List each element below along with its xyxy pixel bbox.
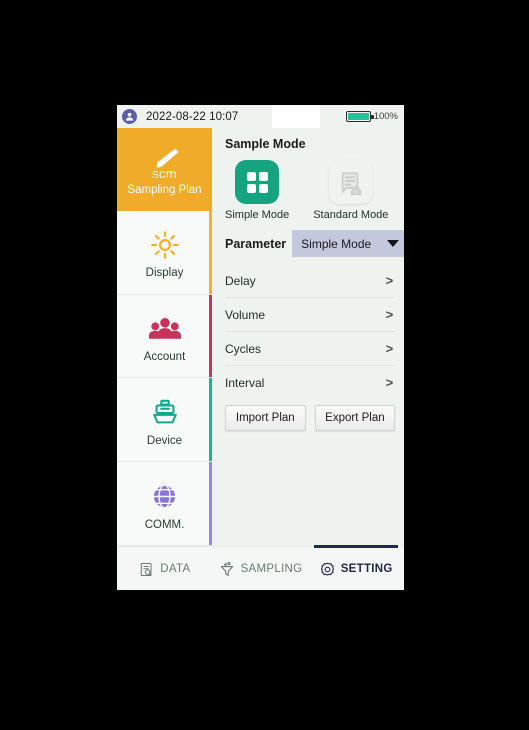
grid-four-squares-icon[interactable] [235,160,280,204]
chevron-right-icon: > [385,341,394,356]
battery-percent: 100% [373,111,398,122]
mode-option-standard[interactable]: Standard Mode [313,160,388,221]
status-bar: 2022-08-22 10:07 100% [117,105,404,135]
sidebar-item-label: Display [145,267,184,280]
parameter-select[interactable]: Simple Mode [292,230,404,257]
status-battery-area: 100% [345,111,398,122]
sidebar-item-comm[interactable]: COMM. [117,462,212,546]
gear-icon [320,562,335,577]
plan-actions: Import Plan Export Plan [225,405,404,431]
mode-option-simple[interactable]: Simple Mode [225,160,289,221]
mode-label: Simple Mode [225,209,290,221]
document-home-icon[interactable] [328,160,373,204]
sidebar-item-device[interactable]: Device [117,378,212,463]
funnel-sampling-icon [219,561,235,577]
sidebar-item-label: Account [143,350,186,363]
list-item-interval[interactable]: Interval > [225,366,395,399]
pen-scm-icon: scm [148,142,182,182]
globe-network-icon [150,477,179,517]
sidebar-item-label: Device [146,434,183,447]
parameter-value: Simple Mode [301,236,372,251]
people-group-icon [148,309,181,349]
nav-tab-data[interactable]: DATA [117,547,213,590]
sidebar-item-display[interactable]: Display [117,210,212,295]
nav-tab-label: SETTING [340,563,393,575]
export-plan-button[interactable]: Export Plan [314,405,396,431]
sidebar: scm Sampling Plan Display Account Device… [117,128,212,546]
nav-tab-label: DATA [160,563,191,575]
main-content: Sample Mode Simple Mode Standard Mode Pa… [212,128,404,546]
nav-tab-setting[interactable]: SETTING [308,545,404,590]
import-plan-button[interactable]: Import Plan [225,405,306,431]
nav-tab-label: SAMPLING [240,563,303,575]
list-item-label: Volume [225,307,266,322]
parameter-row: Parameter Simple Mode [225,230,404,257]
chevron-down-icon[interactable] [387,240,400,247]
chevron-right-icon: > [385,273,394,288]
page-title: Sample Mode [225,137,306,151]
parameter-label: Parameter [225,236,287,251]
list-item-cycles[interactable]: Cycles > [225,332,396,366]
list-item-delay[interactable]: Delay > [225,264,396,298]
sidebar-item-sampling-plan[interactable]: scm Sampling Plan [117,128,212,211]
battery-icon [345,111,374,122]
list-item-label: Cycles [225,341,262,356]
sidebar-item-account[interactable]: Account [117,294,212,379]
sidebar-item-label: COMM. [144,518,185,531]
mode-label: Standard Mode [313,209,389,221]
list-item-label: Interval [225,375,265,390]
nav-tab-sampling[interactable]: SAMPLING [213,547,309,590]
plan-settings-list: Delay > Volume > Cycles > Interval > [225,264,404,399]
status-datetime: 2022-08-22 10:07 [146,110,239,123]
bottom-navigation: DATA SAMPLING SETTING [117,545,404,590]
user-avatar-icon[interactable] [122,109,137,124]
chevron-right-icon: > [385,375,394,390]
scm-label: scm [152,165,177,181]
list-item-label: Delay [225,273,256,288]
list-item-volume[interactable]: Volume > [225,298,396,332]
data-search-icon [139,562,154,577]
chevron-right-icon: > [385,307,394,322]
device-sampler-icon [150,393,180,433]
device-screen: 2022-08-22 10:07 100% scm Sampling Plan … [117,105,404,590]
brightness-sun-icon [150,225,180,265]
sidebar-item-label: Sampling Plan [127,184,202,197]
sample-mode-options: Simple Mode Standard Mode [225,160,404,221]
